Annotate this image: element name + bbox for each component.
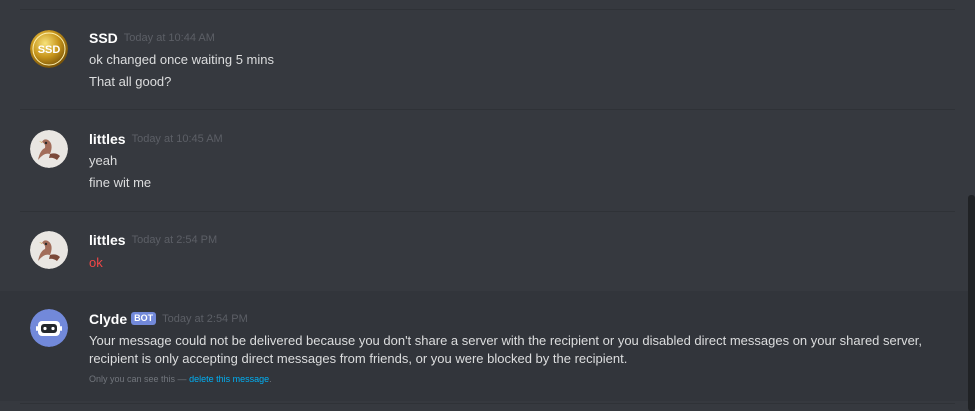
message-header: SSD Today at 10:44 AM (89, 29, 215, 47)
username[interactable]: Clyde (89, 311, 127, 327)
timestamp: Today at 10:44 AM (123, 31, 215, 44)
bot-tag: BOT (131, 312, 157, 326)
message-divider (20, 9, 955, 10)
message-divider (20, 109, 955, 110)
username[interactable]: littles (89, 131, 126, 147)
timestamp: Today at 10:45 AM (131, 132, 223, 145)
message-text: That all good? (89, 74, 172, 89)
message-text: ok changed once waiting 5 mins (89, 52, 275, 67)
avatar-littles[interactable] (30, 231, 68, 269)
avatar-clyde[interactable] (30, 309, 68, 347)
message-group-littles: littles Today at 10:45 AM yeah fine wit m… (0, 123, 968, 208)
avatar-ssd[interactable]: SSD (30, 30, 68, 68)
username[interactable]: littles (89, 232, 126, 248)
note-suffix: . (269, 374, 272, 384)
message-header: Clyde BOT Today at 2:54 PM (89, 310, 248, 328)
message-header: littles Today at 2:54 PM (89, 231, 217, 249)
message-divider (20, 211, 955, 212)
svg-text:SSD: SSD (38, 44, 61, 56)
ssd-logo-icon: SSD (30, 30, 68, 68)
bird-avatar-icon (30, 231, 68, 269)
delete-message-link[interactable]: delete this message (189, 374, 269, 384)
message-text: yeah (89, 153, 118, 168)
timestamp: Today at 2:54 PM (162, 312, 248, 325)
system-message-text: Your message could not be delivered beca… (89, 333, 923, 366)
message-header: littles Today at 10:45 AM (89, 130, 223, 148)
timestamp: Today at 2:54 PM (131, 233, 218, 246)
message-text: ok (89, 255, 103, 270)
bird-avatar-icon (30, 130, 68, 168)
message-text: fine wit me (89, 175, 152, 190)
ephemeral-note: Only you can see this — delete this mess… (89, 374, 272, 384)
avatar-littles[interactable] (30, 130, 68, 168)
message-divider (20, 403, 955, 404)
scrollbar-thumb[interactable] (968, 195, 975, 411)
username[interactable]: SSD (89, 30, 118, 46)
message-group-littles: littles Today at 2:54 PM ok (0, 224, 968, 284)
clyde-bot-icon (30, 309, 68, 347)
chat-messages: SSD SSD Today at 10:44 AM ok changed once… (0, 0, 975, 411)
message-group-clyde: Clyde BOT Today at 2:54 PM Your message co… (0, 291, 968, 401)
message-group-ssd: SSD SSD Today at 10:44 AM ok changed once… (0, 22, 968, 107)
note-prefix: Only you can see this — (89, 374, 187, 384)
